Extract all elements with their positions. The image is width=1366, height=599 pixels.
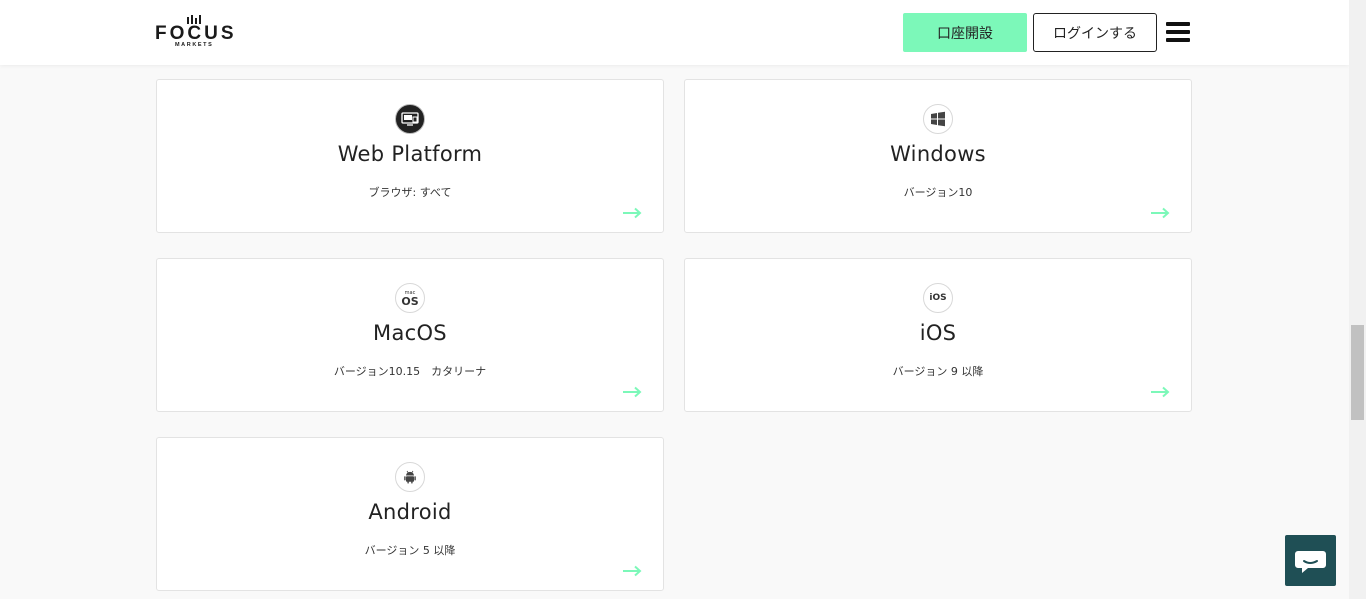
platform-card-windows[interactable]: Windows バージョン10 [684,79,1192,233]
platform-subtitle: バージョン10 [903,186,973,199]
platform-subtitle: ブラウザ: すべて [368,186,452,199]
windows-icon [923,104,953,134]
platform-title: Windows [890,142,986,166]
platform-title: iOS [919,321,957,345]
ios-icon-text: iOS [929,293,947,303]
login-button[interactable]: ログインする [1033,13,1157,52]
focus-markets-logo[interactable]: FOCUS MARKETS [155,15,239,51]
platform-subtitle: バージョン 5 以降 [364,544,456,557]
logo-text: FOCUS [155,23,237,44]
open-account-button[interactable]: 口座開設 [903,13,1027,52]
platform-card-ios[interactable]: iOS iOS バージョン 9 以降 [684,258,1192,412]
arrow-right-icon[interactable] [1150,207,1170,219]
arrow-right-icon[interactable] [1150,386,1170,398]
macos-icon-text: OS [401,294,419,308]
logo-subtext: MARKETS [175,42,214,48]
platform-title: Web Platform [337,142,483,166]
arrow-right-icon[interactable] [622,386,642,398]
platform-title: MacOS [373,321,447,345]
chat-button[interactable] [1285,535,1336,586]
scrollbar-track[interactable] [1349,0,1366,599]
platform-subtitle: バージョン10.15 カタリーナ [333,365,487,378]
platform-subtitle: バージョン 9 以降 [892,365,984,378]
platform-title: Android [368,500,452,524]
macos-icon: mac OS [395,283,425,313]
platform-card-web[interactable]: Web Platform ブラウザ: すべて [156,79,664,233]
android-icon [395,462,425,492]
platform-card-android[interactable]: Android バージョン 5 以降 [156,437,664,591]
hamburger-menu-icon[interactable] [1166,22,1190,42]
arrow-right-icon[interactable] [622,207,642,219]
site-header: FOCUS MARKETS 口座開設 ログインする [0,0,1349,65]
arrow-right-icon[interactable] [622,565,642,577]
monitor-icon [395,104,425,134]
scrollbar-thumb[interactable] [1351,325,1364,420]
platform-card-macos[interactable]: mac OS MacOS バージョン10.15 カタリーナ [156,258,664,412]
chat-bubble-icon [1295,551,1326,573]
ios-icon: iOS [923,283,953,313]
